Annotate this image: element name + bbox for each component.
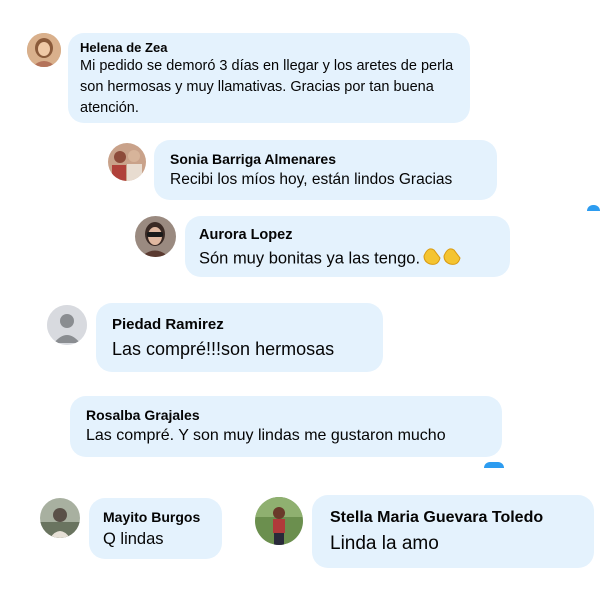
comment-text: Las compré!!!son hermosas <box>112 339 335 359</box>
comment-author[interactable]: Rosalba Grajales <box>86 406 486 424</box>
comment-text: Mi pedido se demoró 3 días en llegar y l… <box>80 58 454 116</box>
comment-text: Las compré. Y son muy lindas me gustaron… <box>86 427 446 444</box>
avatar-sonia[interactable] <box>108 143 146 181</box>
comment-bubble: Mayito Burgos Q lindas <box>89 498 222 559</box>
avatar-piedad[interactable] <box>47 305 87 345</box>
scroll-indicator <box>484 462 504 468</box>
comment-author[interactable]: Stella Maria Guevara Toledo <box>330 507 576 529</box>
avatar-stella[interactable] <box>255 497 303 545</box>
avatar-helena[interactable] <box>27 33 61 67</box>
comment-author[interactable]: Piedad Ramirez <box>112 315 367 335</box>
avatar-mayito[interactable] <box>40 498 80 538</box>
comment-text: Són muy bonitas ya las tengo. <box>199 249 421 268</box>
comment-text: Recibi los míos hoy, están lindos Gracia… <box>170 171 453 188</box>
user-photo-outdoor-icon <box>255 497 303 545</box>
comment-bubble: Rosalba Grajales Las compré. Y son muy l… <box>70 396 502 457</box>
comment-text-line: Són muy bonitas ya las tengo. <box>199 244 496 274</box>
default-user-silhouette-icon <box>47 305 87 345</box>
avatar-aurora[interactable] <box>135 216 176 257</box>
user-photo-group-icon <box>108 143 146 181</box>
user-photo-sunglasses-icon <box>135 216 176 257</box>
user-photo-woman-icon <box>27 33 61 67</box>
clapping-hands-icon <box>420 244 464 274</box>
comment-bubble: Piedad Ramirez Las compré!!!son hermosas <box>96 303 383 372</box>
comment-author[interactable]: Aurora Lopez <box>199 226 496 244</box>
comment-author[interactable]: Helena de Zea <box>80 40 458 56</box>
comment-text: Q lindas <box>103 530 164 548</box>
comment-bubble: Sonia Barriga Almenares Recibi los míos … <box>154 140 497 200</box>
user-photo-landscape-icon <box>40 498 80 538</box>
comment-bubble: Aurora Lopez Són muy bonitas ya las teng… <box>185 216 510 277</box>
comment-bubble: Helena de Zea Mi pedido se demoró 3 días… <box>68 33 470 123</box>
comment-bubble: Stella Maria Guevara Toledo Linda la amo <box>312 495 594 568</box>
scroll-indicator <box>587 205 600 211</box>
comment-author[interactable]: Mayito Burgos <box>103 508 208 526</box>
comment-text: Linda la amo <box>330 533 439 554</box>
comment-author[interactable]: Sonia Barriga Almenares <box>170 150 481 168</box>
